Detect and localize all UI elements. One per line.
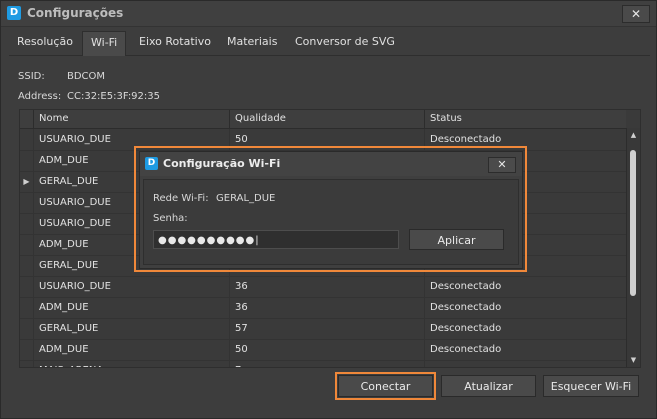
tab-eixo-rotativo[interactable]: Eixo Rotativo xyxy=(131,31,219,53)
table-cell-status xyxy=(425,360,626,367)
connect-button-highlight xyxy=(335,372,436,400)
table-cell-quality: 36 xyxy=(230,276,425,297)
table-row[interactable]: ADM_DUE 36 Desconectado xyxy=(20,297,626,319)
table-cell-status: Desconectado xyxy=(430,323,502,334)
table-header: Nome Qualidade Status xyxy=(20,110,626,129)
table-vertical-scrollbar[interactable]: ▲ ▼ xyxy=(626,128,640,367)
table-row[interactable]: GERAL_DUE 57 Desconectado xyxy=(20,318,626,340)
tab-wifi[interactable]: Wi-Fi xyxy=(82,31,127,56)
row-selector[interactable] xyxy=(20,213,34,234)
row-selector[interactable] xyxy=(20,234,34,255)
table-cell-quality: 50 xyxy=(230,339,425,360)
table-row[interactable]: ADM_DUE 50 Desconectado xyxy=(20,339,626,361)
tab-conversor-svg[interactable]: Conversor de SVG xyxy=(287,31,403,53)
row-selector[interactable] xyxy=(20,150,34,171)
row-selector[interactable] xyxy=(20,318,34,339)
table-cell-quality: 7 xyxy=(230,360,425,367)
column-header-status[interactable]: Status xyxy=(425,110,626,128)
row-selector[interactable] xyxy=(20,339,34,360)
table-cell-name: MAIS_ARENA xyxy=(34,360,230,367)
table-cell-status: Desconectado xyxy=(430,281,502,292)
table-cell-name: GERAL_DUE xyxy=(34,318,230,339)
table-cell-status: Desconectado xyxy=(430,344,502,355)
row-selector[interactable] xyxy=(20,276,34,297)
table-row[interactable]: USUARIO_DUE 36 Desconectado xyxy=(20,276,626,298)
row-selector[interactable] xyxy=(20,360,34,367)
window-close-button[interactable]: ✕ xyxy=(622,5,650,23)
row-selector[interactable] xyxy=(20,297,34,318)
title-bar: D Configurações ✕ xyxy=(1,1,656,27)
window-title: Configurações xyxy=(27,6,124,20)
column-header-quality[interactable]: Qualidade xyxy=(230,110,425,128)
column-header-name[interactable]: Nome xyxy=(34,110,230,128)
table-cell-quality: 36 xyxy=(230,297,425,318)
table-cell-name: ADM_DUE xyxy=(34,339,230,360)
dialog-highlight xyxy=(134,146,527,272)
tab-resolucao[interactable]: Resolução xyxy=(9,31,81,53)
settings-window: D Configurações ✕ Resolução Wi-Fi Eixo R… xyxy=(0,0,657,419)
scroll-down-arrow-icon[interactable]: ▼ xyxy=(627,353,640,367)
row-selector[interactable]: ▶ xyxy=(20,171,34,192)
refresh-button[interactable]: Atualizar xyxy=(441,375,536,397)
address-label: Address: xyxy=(18,91,62,102)
header-row-selector xyxy=(20,110,34,128)
table-cell-name: USUARIO_DUE xyxy=(34,276,230,297)
scrollbar-thumb[interactable] xyxy=(630,150,636,296)
tab-materiais[interactable]: Materiais xyxy=(219,31,285,53)
ssid-label: SSID: xyxy=(18,71,45,82)
table-cell-quality: 57 xyxy=(230,318,425,339)
address-value: CC:32:E5:3F:92:35 xyxy=(67,91,161,102)
table-cell-status: Desconectado xyxy=(430,302,502,313)
row-selector[interactable] xyxy=(20,192,34,213)
table-cell-name: ADM_DUE xyxy=(34,297,230,318)
tab-bar: Resolução Wi-Fi Eixo Rotativo Materiais … xyxy=(9,31,650,56)
row-selector[interactable] xyxy=(20,255,34,276)
table-row[interactable]: MAIS_ARENA7 xyxy=(20,360,626,367)
ssid-value: BDCOM xyxy=(67,71,106,82)
scroll-up-arrow-icon[interactable]: ▲ xyxy=(627,128,640,142)
app-logo-icon: D xyxy=(7,6,21,20)
row-selector[interactable] xyxy=(20,129,34,150)
forget-wifi-button[interactable]: Esquecer Wi-Fi xyxy=(543,375,639,397)
